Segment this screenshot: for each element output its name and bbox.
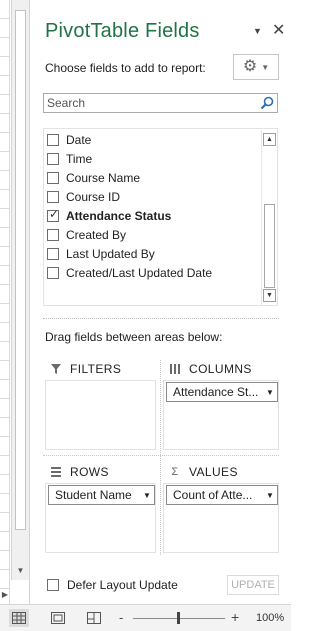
field-checkbox[interactable]: [47, 153, 59, 165]
field-item-date[interactable]: Date: [47, 131, 91, 149]
field-label: Course Name: [66, 171, 141, 185]
rows-field-pill[interactable]: Student Name ▼: [48, 485, 155, 505]
field-item-attendance-status[interactable]: Attendance Status: [47, 207, 171, 225]
close-icon[interactable]: ✕: [272, 20, 285, 40]
field-item-last-updated-by[interactable]: Last Updated By: [47, 245, 155, 263]
zoom-level[interactable]: 100%: [256, 612, 284, 624]
worksheet-gridlines[interactable]: [0, 0, 10, 604]
field-list: Date Time Course Name Course ID Attendan…: [43, 128, 278, 306]
filters-drop-zone[interactable]: [45, 380, 156, 450]
pill-label: Attendance St...: [173, 385, 259, 399]
page-layout-view-button[interactable]: [48, 609, 68, 627]
field-list-scroll-thumb[interactable]: [264, 204, 275, 288]
field-label: Attendance Status: [66, 209, 172, 223]
field-checkbox[interactable]: [47, 172, 59, 184]
field-checkbox[interactable]: [47, 134, 59, 146]
page-break-preview-button[interactable]: [84, 609, 104, 627]
rows-drop-zone[interactable]: Student Name ▼: [45, 483, 156, 553]
scroll-right-arrow-icon[interactable]: ▶: [0, 588, 10, 602]
field-label: Created/Last Updated Date: [66, 266, 213, 280]
field-item-created-last-updated-date[interactable]: Created/Last Updated Date: [47, 264, 212, 282]
page-layout-icon: [51, 612, 65, 624]
update-button[interactable]: UPDATE: [227, 575, 279, 595]
zoom-out-button[interactable]: -: [119, 610, 123, 625]
field-item-time[interactable]: Time: [47, 150, 92, 168]
rows-title: ROWS: [70, 465, 109, 479]
pane-options-dropdown-icon[interactable]: ▼: [253, 26, 262, 36]
chevron-down-icon: ▼: [261, 62, 270, 72]
zoom-in-button[interactable]: +: [231, 609, 239, 625]
worksheet-vertical-scrollbar[interactable]: ▼: [11, 0, 29, 580]
worksheet-scroll-thumb[interactable]: [15, 10, 26, 530]
page-break-icon: [87, 612, 101, 624]
field-label: Created By: [66, 228, 127, 242]
columns-drop-zone[interactable]: Attendance St... ▼: [163, 380, 279, 450]
chevron-down-icon[interactable]: ▼: [140, 491, 154, 500]
rows-area-header: ROWS: [49, 464, 109, 480]
defer-layout-label: Defer Layout Update: [67, 578, 178, 592]
pill-label: Student Name: [55, 488, 132, 502]
columns-title: COLUMNS: [189, 362, 252, 376]
chevron-down-icon[interactable]: ▼: [263, 491, 277, 500]
filters-area-header: FILTERS: [49, 361, 121, 377]
field-list-settings-button[interactable]: ⚙ ▼: [233, 54, 279, 80]
field-item-course-id[interactable]: Course ID: [47, 188, 120, 206]
values-title: VALUES: [189, 465, 238, 479]
pivottable-fields-pane: PivotTable Fields ▼ ✕ Choose fields to a…: [31, 0, 291, 604]
defer-layout-update[interactable]: Defer Layout Update: [47, 578, 178, 592]
search-input[interactable]: [44, 94, 254, 112]
field-checkbox[interactable]: [47, 191, 59, 203]
pill-label: Count of Atte...: [173, 488, 253, 502]
defer-layout-checkbox[interactable]: [47, 579, 59, 591]
pane-title: PivotTable Fields: [45, 20, 200, 42]
scroll-down-arrow-icon[interactable]: ▼: [12, 564, 29, 578]
columns-area-header: COLUMNS: [168, 361, 252, 377]
scroll-up-arrow-icon[interactable]: ▲: [263, 133, 276, 146]
filters-title: FILTERS: [70, 362, 122, 376]
choose-fields-label: Choose fields to add to report:: [45, 61, 206, 75]
normal-view-button[interactable]: [9, 609, 29, 627]
scroll-down-arrow-icon[interactable]: ▼: [263, 289, 276, 302]
field-label: Date: [66, 133, 92, 147]
field-label: Last Updated By: [66, 247, 155, 261]
area-divider-vertical: [160, 360, 161, 555]
values-drop-zone[interactable]: Count of Atte... ▼: [163, 483, 279, 553]
field-list-scrollbar[interactable]: ▲ ▼: [261, 130, 277, 305]
area-divider-horizontal: [43, 455, 279, 456]
search-icon[interactable]: [260, 96, 274, 110]
field-checkbox-checked[interactable]: [47, 207, 59, 222]
normal-view-icon: [12, 612, 26, 624]
field-item-created-by[interactable]: Created By: [47, 226, 126, 244]
field-label: Time: [66, 152, 93, 166]
field-item-course-name[interactable]: Course Name: [47, 169, 140, 187]
field-label: Course ID: [66, 190, 121, 204]
zoom-slider-thumb[interactable]: [177, 612, 180, 624]
drag-fields-label: Drag fields between areas below:: [45, 330, 223, 344]
values-field-pill[interactable]: Count of Atte... ▼: [166, 485, 278, 505]
sigma-icon: Σ: [171, 466, 179, 478]
values-area-header: Σ VALUES: [168, 464, 238, 480]
rows-icon: [49, 466, 63, 478]
field-checkbox[interactable]: [47, 267, 59, 279]
chevron-down-icon[interactable]: ▼: [263, 388, 277, 397]
status-bar: - + 100%: [0, 604, 291, 631]
columns-icon: [168, 363, 182, 375]
gear-icon: ⚙: [242, 58, 258, 75]
worksheet-area[interactable]: ▼ ▶: [0, 0, 30, 604]
field-search-box[interactable]: [43, 93, 278, 113]
columns-field-pill[interactable]: Attendance St... ▼: [166, 382, 278, 402]
section-divider: [43, 318, 279, 319]
field-checkbox[interactable]: [47, 229, 59, 241]
filter-icon: [49, 363, 63, 375]
field-checkbox[interactable]: [47, 248, 59, 260]
